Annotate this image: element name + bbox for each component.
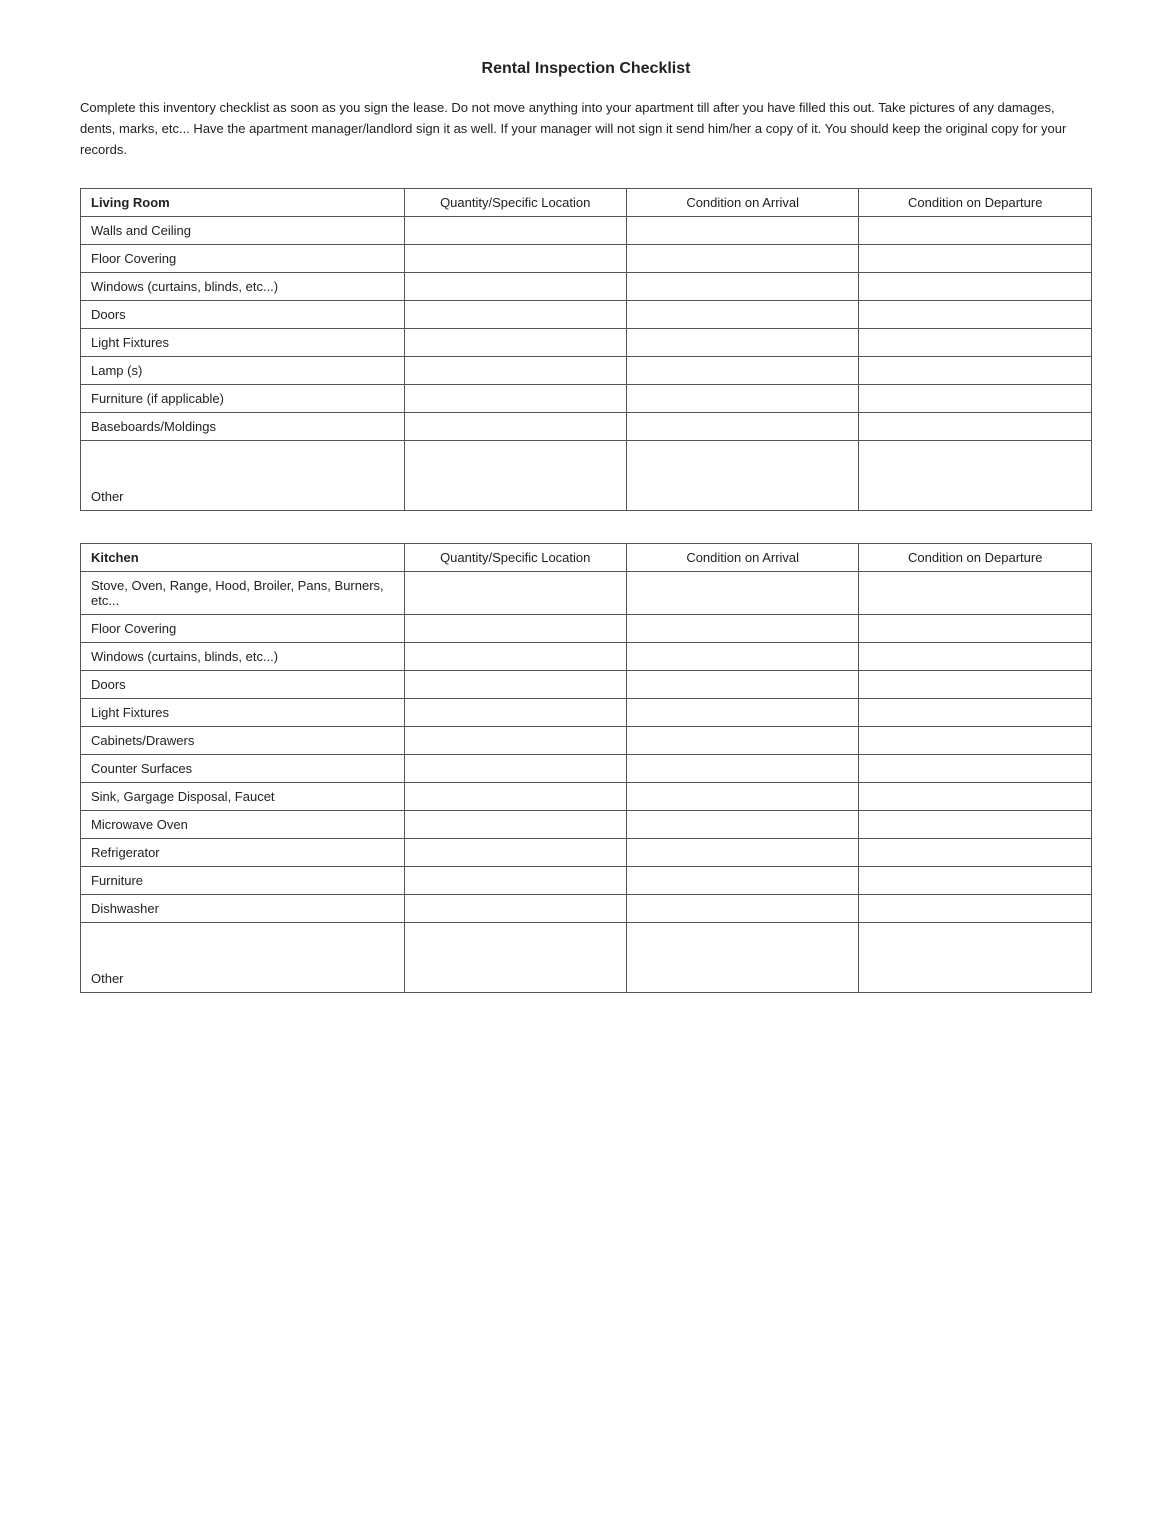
table-row: Light Fixtures [81, 699, 1092, 727]
table-row: Windows (curtains, blinds, etc...) [81, 273, 1092, 301]
living-room-table: Living Room Quantity/Specific Location C… [80, 188, 1092, 511]
list-item: Other [81, 441, 405, 511]
table-row: Other [81, 441, 1092, 511]
departure-header-lr: Condition on Departure [859, 189, 1092, 217]
table-row: Lamp (s) [81, 357, 1092, 385]
list-item: Doors [81, 671, 405, 699]
table-row: Sink, Gargage Disposal, Faucet [81, 783, 1092, 811]
arrival-header-k: Condition on Arrival [626, 544, 859, 572]
living-room-header: Living Room [81, 189, 405, 217]
list-item: Other [81, 923, 405, 993]
table-row: Furniture (if applicable) [81, 385, 1092, 413]
list-item: Refrigerator [81, 839, 405, 867]
table-row: Doors [81, 301, 1092, 329]
kitchen-header: Kitchen [81, 544, 405, 572]
arrival-header-lr: Condition on Arrival [626, 189, 859, 217]
table-row: Floor Covering [81, 245, 1092, 273]
table-row: Microwave Oven [81, 811, 1092, 839]
table-row: Other [81, 923, 1092, 993]
list-item: Floor Covering [81, 615, 405, 643]
table-row: Furniture [81, 867, 1092, 895]
list-item: Microwave Oven [81, 811, 405, 839]
departure-header-k: Condition on Departure [859, 544, 1092, 572]
table-row: Floor Covering [81, 615, 1092, 643]
table-row: Walls and Ceiling [81, 217, 1092, 245]
list-item: Doors [81, 301, 405, 329]
table-row: Stove, Oven, Range, Hood, Broiler, Pans,… [81, 572, 1092, 615]
table-row: Doors [81, 671, 1092, 699]
table-row: Cabinets/Drawers [81, 727, 1092, 755]
table-row: Baseboards/Moldings [81, 413, 1092, 441]
table-row: Refrigerator [81, 839, 1092, 867]
list-item: Light Fixtures [81, 699, 405, 727]
list-item: Baseboards/Moldings [81, 413, 405, 441]
list-item: Furniture [81, 867, 405, 895]
table-row: Counter Surfaces [81, 755, 1092, 783]
list-item: Stove, Oven, Range, Hood, Broiler, Pans,… [81, 572, 405, 615]
table-row: Windows (curtains, blinds, etc...) [81, 643, 1092, 671]
list-item: Counter Surfaces [81, 755, 405, 783]
list-item: Sink, Gargage Disposal, Faucet [81, 783, 405, 811]
list-item: Lamp (s) [81, 357, 405, 385]
list-item: Floor Covering [81, 245, 405, 273]
page-title: Rental Inspection Checklist [80, 60, 1092, 78]
list-item: Windows (curtains, blinds, etc...) [81, 273, 405, 301]
list-item: Windows (curtains, blinds, etc...) [81, 643, 405, 671]
list-item: Furniture (if applicable) [81, 385, 405, 413]
kitchen-table: Kitchen Quantity/Specific Location Condi… [80, 543, 1092, 993]
list-item: Light Fixtures [81, 329, 405, 357]
table-row: Dishwasher [81, 895, 1092, 923]
intro-text: Complete this inventory checklist as soo… [80, 98, 1092, 160]
qty-header-k: Quantity/Specific Location [404, 544, 626, 572]
list-item: Dishwasher [81, 895, 405, 923]
table-row: Light Fixtures [81, 329, 1092, 357]
list-item: Cabinets/Drawers [81, 727, 405, 755]
qty-header-lr: Quantity/Specific Location [404, 189, 626, 217]
list-item: Walls and Ceiling [81, 217, 405, 245]
